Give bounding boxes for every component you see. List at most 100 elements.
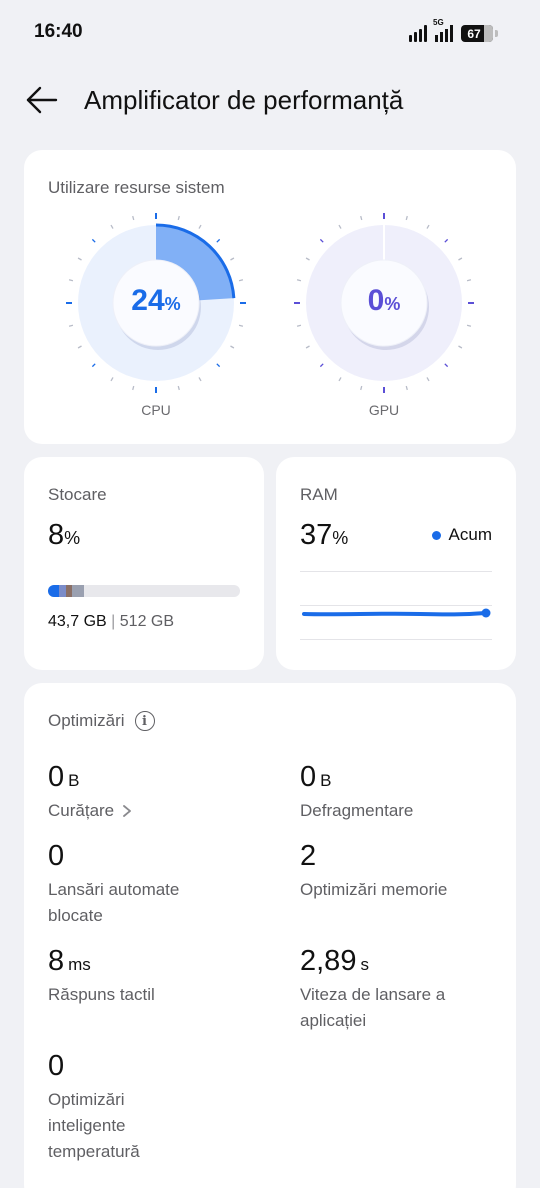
ram-title: RAM xyxy=(300,485,338,504)
gpu-gauge[interactable]: 0% xyxy=(293,212,475,394)
gauge-tick xyxy=(230,257,235,261)
metric-cleanup: 0B Curățare xyxy=(48,761,248,824)
gauge-tick xyxy=(444,363,449,368)
gauge-tick xyxy=(426,224,430,229)
gauge-tick xyxy=(77,257,82,261)
gauge-tick xyxy=(68,279,74,282)
header: Amplificator de performanță xyxy=(0,72,540,128)
metric-number: 0 xyxy=(48,761,65,793)
optimizations-title: Optimizări xyxy=(48,711,125,730)
metric-label: Optimizări memorie xyxy=(300,880,448,899)
metric-number: 0 xyxy=(48,1050,65,1082)
metric-value: 8 ms xyxy=(48,945,248,978)
metric-number: 8 xyxy=(48,945,65,977)
page-title: Amplificator de performanță xyxy=(84,85,404,115)
gpu-value-unit: % xyxy=(384,294,401,314)
gauge-tick xyxy=(216,363,221,368)
storage-usage-text: 43,7 GB | 512 GB xyxy=(48,613,174,631)
metric-value: 0B xyxy=(48,761,248,794)
ram-percent-number: 37 xyxy=(300,519,333,551)
ram-gridline-bottom xyxy=(300,639,492,640)
gauge-tick xyxy=(405,215,408,221)
info-icon[interactable]: i xyxy=(134,711,155,731)
metric-value: 0B xyxy=(300,761,500,794)
gauge-tick xyxy=(305,257,310,261)
cpu-gauge[interactable]: 24% xyxy=(65,212,247,394)
ram-percent-unit: % xyxy=(332,528,349,548)
metric-number: 0 xyxy=(300,761,317,793)
ram-usage-line xyxy=(302,608,491,618)
ram-legend-label: Acum xyxy=(448,525,492,544)
status-bar: 16:40 5G 67 xyxy=(0,0,540,64)
gpu-value: 0% xyxy=(293,284,475,318)
storage-bar-fill xyxy=(48,585,85,597)
gpu-label: GPU xyxy=(368,402,400,418)
metric-label: Răspuns tactil xyxy=(48,985,155,1004)
gauge-tick xyxy=(319,238,324,243)
cpu-value-unit: % xyxy=(164,294,181,314)
gauge-tick xyxy=(458,345,463,349)
gauge-tick xyxy=(198,377,202,382)
battery-level: 67 xyxy=(467,26,481,41)
gauge-tick xyxy=(230,345,235,349)
resource-usage-title: Utilizare resurse sistem xyxy=(48,178,225,197)
status-icons: 5G 67 xyxy=(409,18,498,42)
gauge-tick xyxy=(238,324,244,327)
storage-percent: 8% xyxy=(48,519,80,552)
gauge-tick xyxy=(296,279,302,282)
chevron-right-icon xyxy=(123,805,132,817)
metric-unit: ms xyxy=(68,955,91,974)
metric-unit: s xyxy=(360,955,369,974)
metric-label: Viteza de lansare a aplicației xyxy=(300,985,446,1030)
metric-value: 0 xyxy=(48,1050,248,1083)
signal-icon xyxy=(409,24,427,42)
gauge-tick xyxy=(444,238,449,243)
network-type-label: 5G xyxy=(433,18,444,27)
back-button[interactable] xyxy=(22,80,62,120)
metric-number: 2 xyxy=(300,840,317,872)
storage-total: 512 GB xyxy=(119,613,175,630)
storage-bar xyxy=(48,585,240,597)
metric-touch-response: 8 ms Răspuns tactil xyxy=(48,945,248,1008)
metric-label: Curățare xyxy=(48,801,115,820)
status-time: 16:40 xyxy=(34,21,83,42)
battery-icon: 67 xyxy=(461,25,493,42)
metric-smart-temperature: 0 Optimizări inteligente temperatură xyxy=(48,1050,248,1165)
metric-app-launch-speed: 2,89 s Viteza de lansare a aplicației xyxy=(300,945,500,1034)
gauge-tick xyxy=(132,385,135,391)
gauge-tick xyxy=(305,345,310,349)
gauge-tick xyxy=(426,377,430,382)
cleanup-link[interactable]: Curățare xyxy=(48,798,248,824)
optimizations-header: Optimizări i xyxy=(48,711,155,731)
gauge-tick xyxy=(68,324,74,327)
ram-card[interactable]: RAM 37% Acum xyxy=(276,457,516,670)
signal-5g-icon: 5G xyxy=(433,18,453,42)
metric-unit: B xyxy=(68,771,80,790)
gauge-tick xyxy=(466,279,472,282)
optimizations-card: Optimizări i 0B Curățare 0B Defragmentar… xyxy=(24,683,516,1188)
gauge-tick xyxy=(91,363,96,368)
gauge-tick xyxy=(177,215,180,221)
gauge-tick xyxy=(216,238,221,243)
metric-memory-optimizations: 2 Optimizări memorie xyxy=(300,840,500,903)
gauge-tick xyxy=(360,385,363,391)
storage-title: Stocare xyxy=(48,485,107,504)
storage-percent-unit: % xyxy=(64,528,81,548)
metric-label: Defragmentare xyxy=(300,801,414,820)
legend-dot-icon xyxy=(431,530,441,540)
gauge-tick xyxy=(338,377,342,382)
resource-usage-card: Utilizare resurse sistem 24% CPU 0% GPU xyxy=(24,150,516,444)
gauge-tick xyxy=(338,224,342,229)
cpu-value-number: 24 xyxy=(131,284,165,317)
gauge-tick xyxy=(319,363,324,368)
gauge-tick xyxy=(110,224,114,229)
storage-card[interactable]: Stocare 8% 43,7 GB | 512 GB xyxy=(24,457,264,670)
ram-legend: Acum xyxy=(431,525,492,545)
storage-separator: | xyxy=(111,613,116,630)
gauge-tick xyxy=(177,385,180,391)
gauge-tick xyxy=(198,224,202,229)
ram-gridline-top xyxy=(300,571,492,572)
metric-value: 2 xyxy=(300,840,500,873)
storage-used: 43,7 GB xyxy=(48,613,107,630)
gauge-tick xyxy=(466,324,472,327)
